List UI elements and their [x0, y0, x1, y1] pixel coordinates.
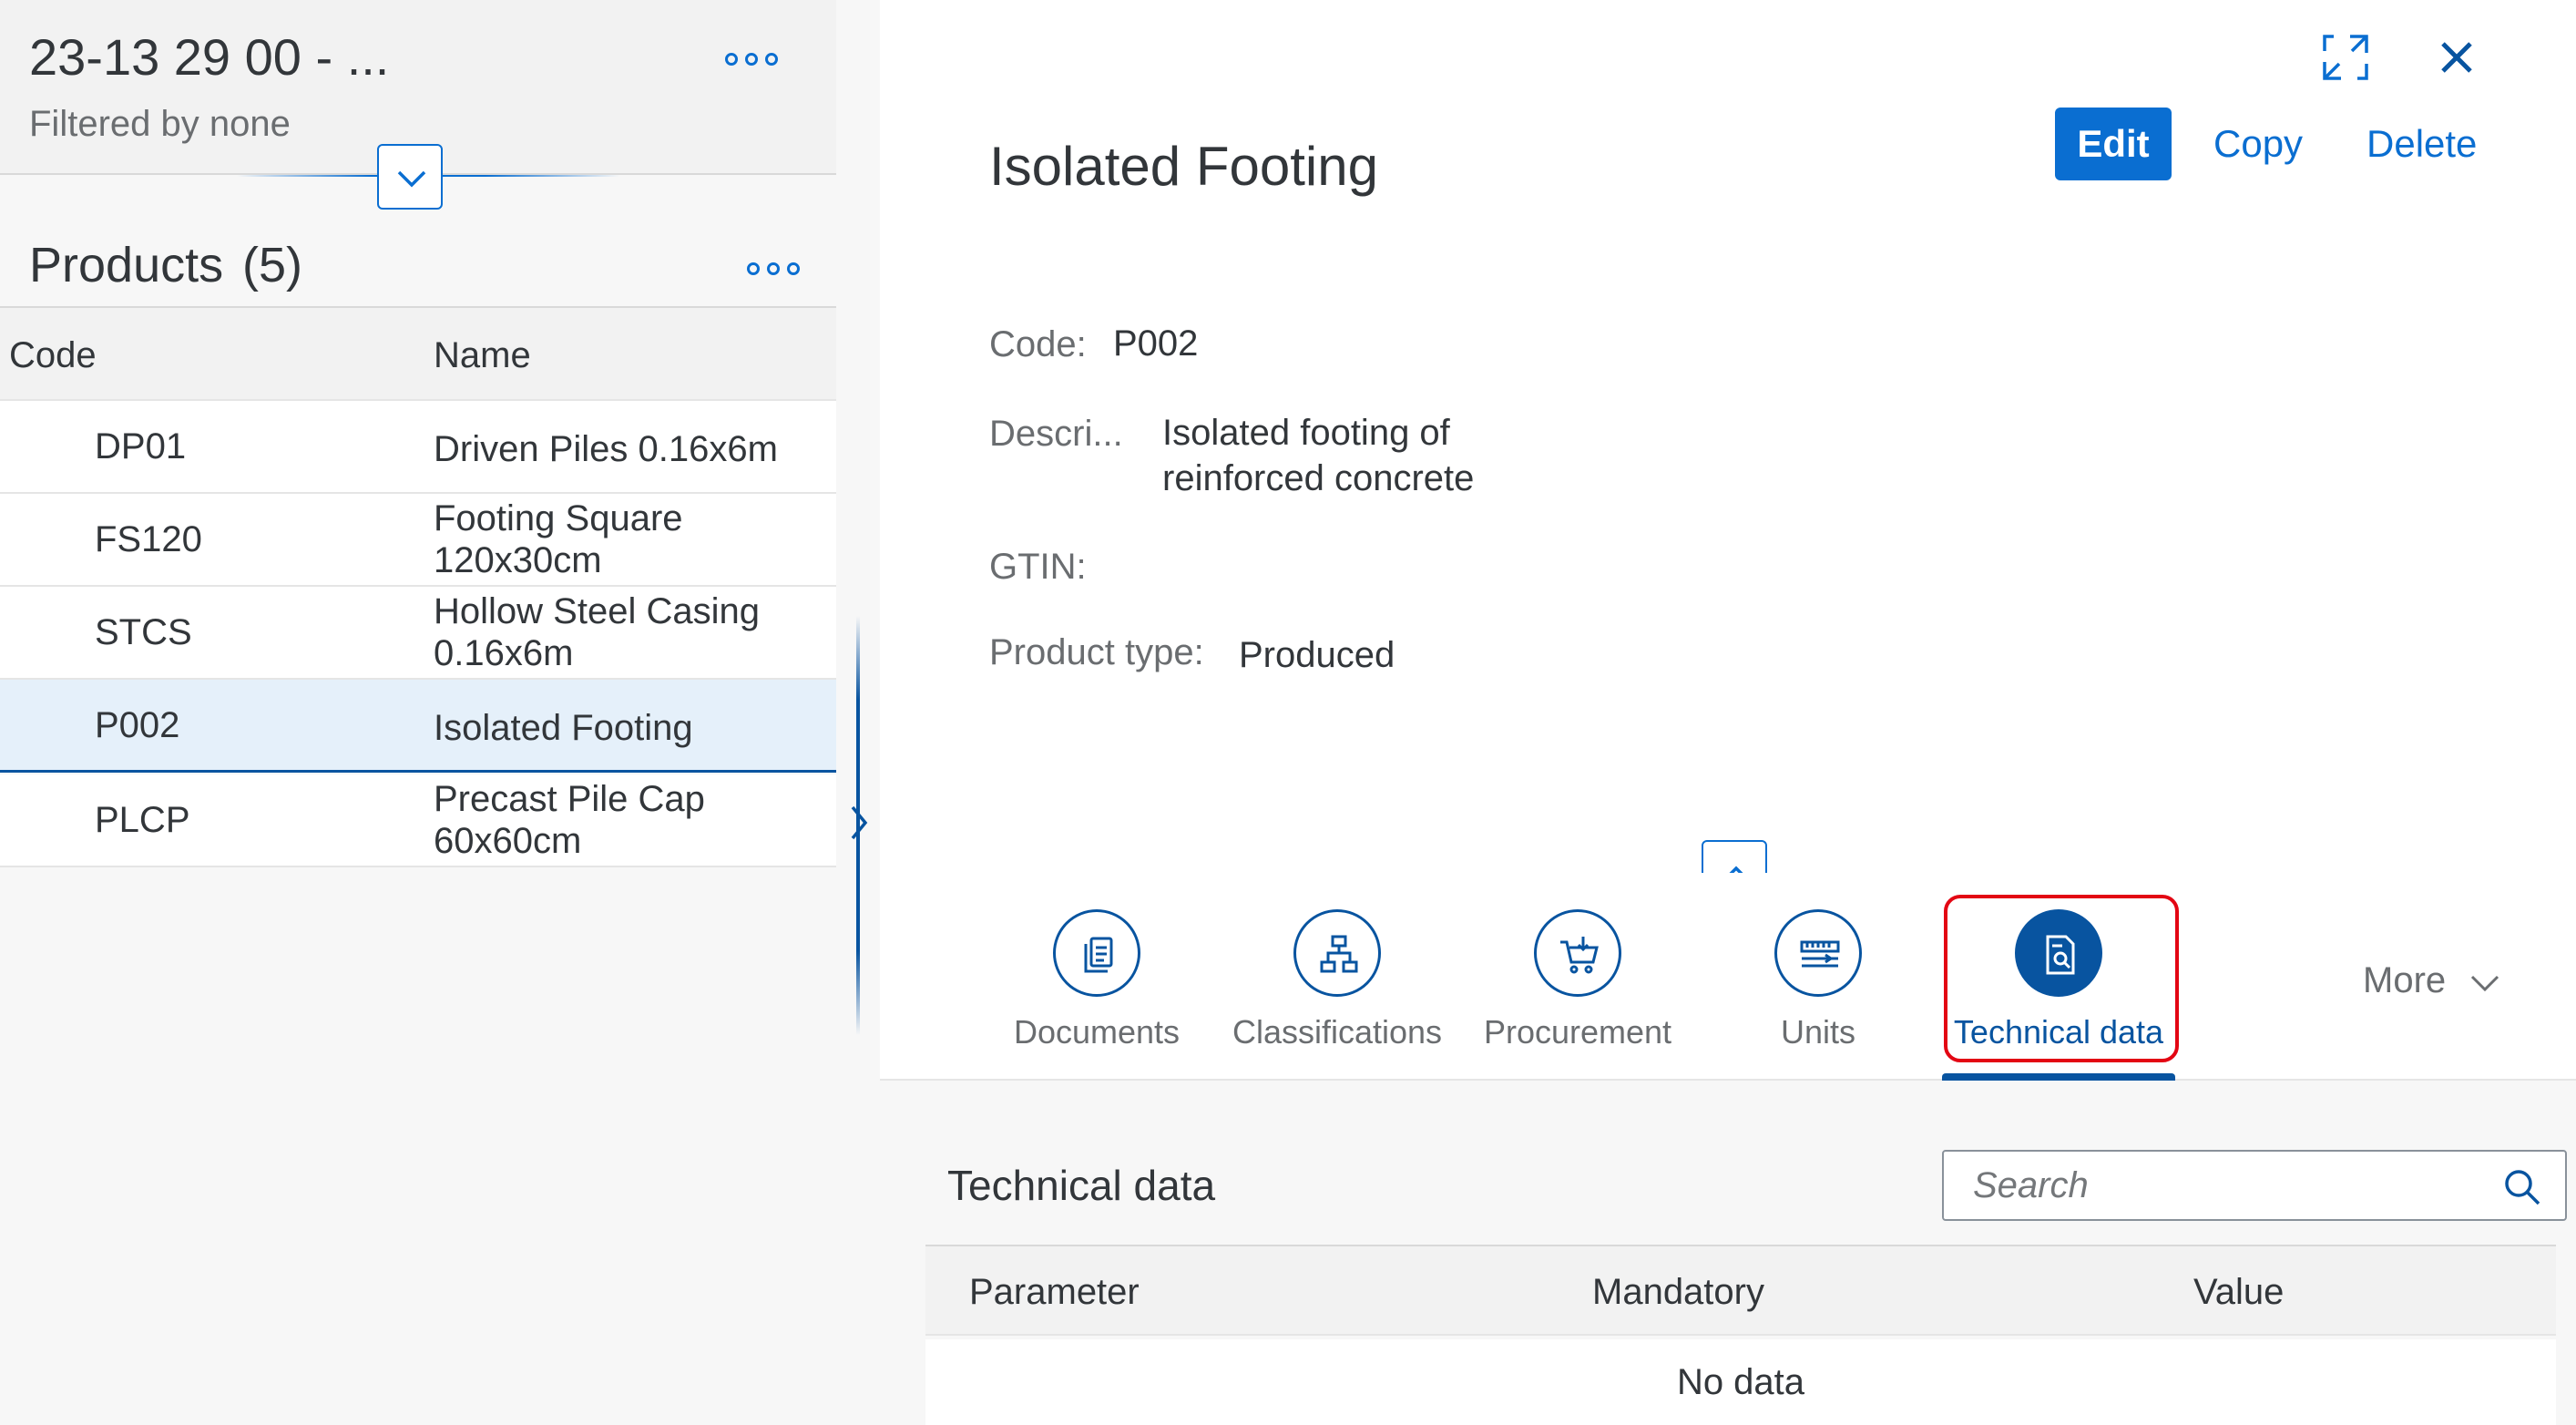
column-code[interactable]: Code [9, 335, 97, 376]
row-code: P002 [95, 705, 180, 745]
description-value-line2: reinforced concrete [1162, 458, 1475, 498]
row-name: Isolated Footing [434, 708, 693, 748]
code-label: Code: [989, 324, 1087, 364]
tab-label: Units [1780, 1013, 1856, 1051]
table-row[interactable]: DP01 Driven Piles 0.16x6m [0, 401, 836, 494]
column-mandatory[interactable]: Mandatory [1592, 1272, 1764, 1313]
copy-button[interactable]: Copy [2213, 122, 2303, 166]
master-pane: 23-13 29 00 - ... Filtered by none Produ… [0, 0, 836, 1425]
tab-label: Classifications [1232, 1013, 1443, 1051]
close-icon[interactable] [2425, 26, 2489, 89]
row-name: Driven Piles 0.16x6m [434, 429, 778, 469]
detail-pane: Isolated Footing Edit Copy Delete Code: … [880, 0, 2576, 1425]
products-count: (5) [242, 238, 302, 292]
column-name[interactable]: Name [434, 335, 531, 376]
no-data-message: No data [925, 1339, 2556, 1425]
documents-icon [1084, 937, 1113, 973]
chevron-down-icon [397, 170, 426, 188]
row-code: FS120 [95, 519, 202, 559]
master-overflow-icon[interactable] [725, 49, 780, 67]
section-title: Technical data [947, 1162, 1216, 1209]
row-code: STCS [95, 612, 192, 652]
hierarchy-icon [1320, 935, 1358, 973]
technical-data-section: Technical data Parameter Mandatory Value… [925, 1121, 2567, 1425]
product-type-label: Product type: [989, 632, 1204, 672]
chevron-down-icon [2471, 976, 2499, 992]
column-parameter[interactable]: Parameter [969, 1272, 1140, 1313]
products-title: Products [29, 238, 224, 292]
description-value-line1: Isolated footing of [1162, 413, 1450, 453]
search-input[interactable] [1946, 1153, 2492, 1217]
description-label: Descri... [989, 414, 1123, 454]
section-tab-bar: Documents Classifications Procurement Un… [880, 873, 2576, 1081]
filter-status: Filtered by none [29, 104, 291, 144]
products-overflow-icon[interactable] [747, 259, 802, 277]
row-code: DP01 [95, 426, 187, 466]
product-type-value: Produced [1239, 635, 1395, 675]
highlight-box [1944, 895, 2179, 1062]
cart-icon [1560, 937, 1599, 974]
tab-label: Documents [1013, 1013, 1181, 1051]
row-name: Hollow Steel Casing 0.16x6m [434, 591, 760, 673]
table-row[interactable]: PLCP Precast Pile Cap 60x60cm [0, 774, 836, 867]
table-row[interactable]: FS120 Footing Square 120x30cm [0, 494, 836, 587]
tab-documents[interactable]: Documents [978, 909, 1215, 1051]
gtin-label: GTIN: [989, 547, 1087, 587]
search-icon[interactable] [2501, 1166, 2543, 1208]
object-title: Isolated Footing [989, 136, 1378, 197]
more-label: More [2363, 960, 2447, 1000]
tab-procurement[interactable]: Procurement [1459, 909, 1696, 1051]
delete-button[interactable]: Delete [2366, 122, 2477, 166]
table-row-selected[interactable]: P002 Isolated Footing [0, 680, 836, 773]
row-name: Footing Square 120x30cm [434, 498, 683, 580]
chevron-right-icon[interactable] [845, 800, 873, 846]
code-value: P002 [1113, 323, 1199, 364]
master-title: 23-13 29 00 - ... [29, 28, 390, 86]
edit-button[interactable]: Edit [2055, 108, 2172, 180]
tab-label: Procurement [1483, 1013, 1672, 1051]
products-toolbar: Products (5) [0, 211, 836, 306]
technical-table-header: Parameter Mandatory Value [925, 1245, 2556, 1336]
search-field[interactable] [1942, 1150, 2567, 1221]
master-header: 23-13 29 00 - ... Filtered by none [0, 0, 836, 210]
object-header: Isolated Footing Edit Copy Delete Code: … [880, 0, 2576, 906]
active-tab-indicator [1942, 1073, 2175, 1081]
row-code: PLCP [95, 800, 190, 840]
column-value[interactable]: Value [2193, 1272, 2284, 1313]
tab-classifications[interactable]: Classifications [1219, 909, 1456, 1051]
tab-units[interactable]: Units [1700, 909, 1937, 1051]
fullscreen-icon[interactable] [2314, 26, 2377, 89]
collapse-header-button[interactable] [377, 144, 443, 210]
measure-icon [1800, 940, 1840, 968]
more-tabs-button[interactable]: More [2363, 960, 2501, 1001]
table-row[interactable]: STCS Hollow Steel Casing 0.16x6m [0, 587, 836, 680]
row-name: Precast Pile Cap 60x60cm [434, 779, 705, 861]
products-table-header: Code Name [0, 306, 836, 401]
